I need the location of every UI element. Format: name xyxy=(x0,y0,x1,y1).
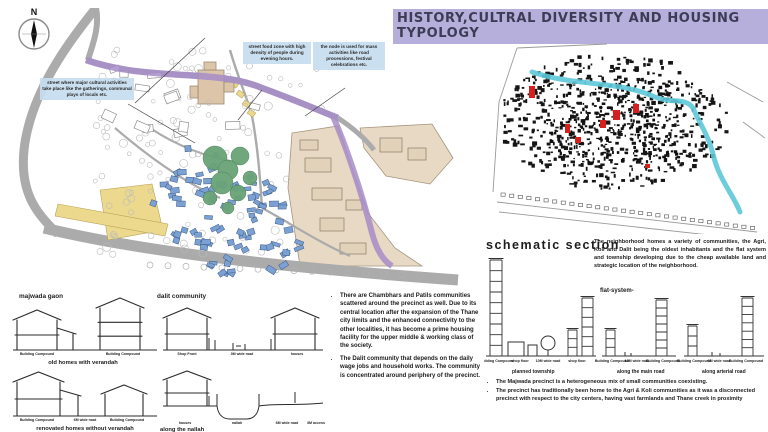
section-label: Building Compound xyxy=(484,359,514,363)
section-label: shop floor xyxy=(568,359,586,363)
figure-ground-map xyxy=(492,43,765,234)
map-temple-complex xyxy=(189,61,235,105)
annotation-note: street where major cultural activities t… xyxy=(40,78,134,100)
precinct-notes: The Majwada precinct is a heterogeneous … xyxy=(487,379,765,404)
section-caption: along arterial road xyxy=(702,369,746,375)
fg-building-fabric xyxy=(500,54,755,230)
section-label: shop floor xyxy=(511,359,529,363)
section-label: Building Compound xyxy=(646,359,680,363)
bullet-item: The precinct has traditionally been home… xyxy=(496,388,765,404)
schematic-sections: flat-system- Building Compound shop floo… xyxy=(484,258,764,375)
map-beige-area-upper xyxy=(359,123,454,185)
flat-system-label: flat-system- xyxy=(600,288,634,294)
bullet-item: The Dalit community that depends on the … xyxy=(340,355,481,380)
section-caption: planned township xyxy=(512,369,555,375)
section-label: 6M wide road xyxy=(74,418,97,422)
main-map xyxy=(18,8,459,286)
section-label: houses xyxy=(179,421,192,425)
section-label: Building Compound xyxy=(106,352,140,356)
section-caption: along the main road xyxy=(617,369,665,375)
section-label: Building Compound xyxy=(677,359,711,363)
slide: N HISTORY,CULTRAL DIVERSITY AND HOUSING … xyxy=(0,0,768,432)
section-label: 3M access xyxy=(307,421,325,425)
section-caption: along the nallah xyxy=(160,427,205,432)
fg-river xyxy=(529,69,743,215)
section-label: 6M wide road xyxy=(276,421,299,425)
section-label: Shop Front xyxy=(177,352,197,356)
annotation-note: street food zone with high density of pe… xyxy=(243,42,311,64)
section-caption: old homes with verandah xyxy=(48,360,118,366)
community-notes: There are Chambhars and Patils communiti… xyxy=(331,292,481,384)
section-label: 6M wide road xyxy=(708,359,731,363)
tower-drawings xyxy=(488,258,755,356)
bullet-item: There are Chambhars and Patils communiti… xyxy=(340,292,481,351)
annotation-note: the node is used for mass activities lik… xyxy=(313,42,385,70)
section-caption: renovated homes without verandah xyxy=(36,426,134,432)
schematic-ground xyxy=(486,335,764,357)
section-label: nallah xyxy=(232,421,242,425)
section-label: houses xyxy=(291,352,304,356)
house-drawings xyxy=(12,297,320,417)
bullet-item: The Majwada precinct is a heterogeneous … xyxy=(496,379,765,387)
section-label: 3M wide road xyxy=(231,352,254,356)
section-label: Building Compound xyxy=(729,359,763,363)
section-label: 10M wide road xyxy=(536,359,561,363)
group-title-majwada: majwada gaon xyxy=(19,293,63,300)
section-label: Building Compound xyxy=(110,418,144,422)
house-sections: majwada gaon dalit community Building Co… xyxy=(12,293,325,432)
group-title-dalit: dalit community xyxy=(157,293,206,300)
section-label: Building Compound xyxy=(20,352,54,356)
section-label: Building Compound xyxy=(20,418,54,422)
